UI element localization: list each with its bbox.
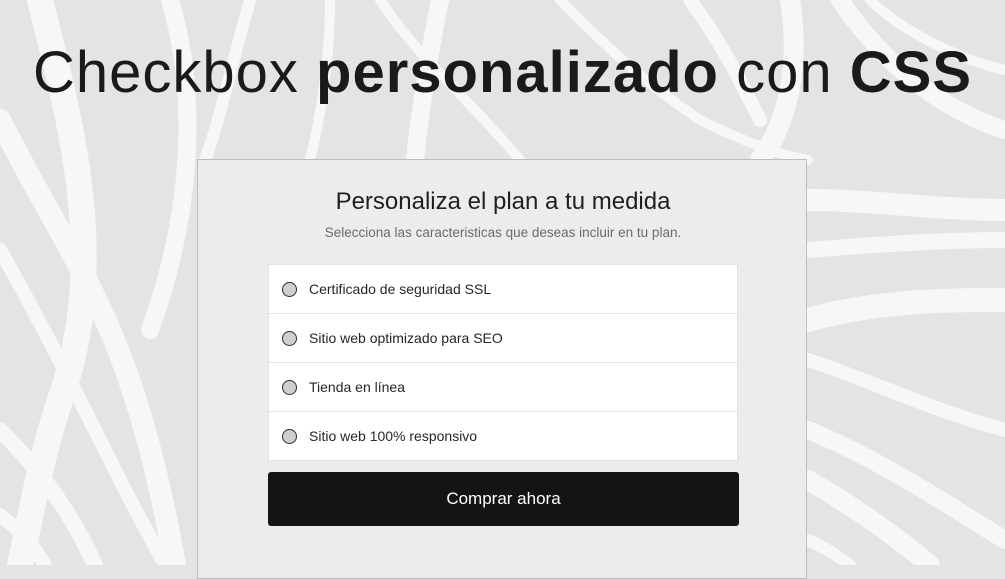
page-headline: Checkbox personalizado con CSS bbox=[0, 38, 1005, 108]
radio-circle-icon[interactable] bbox=[282, 428, 297, 444]
feature-option-label: Sitio web 100% responsivo bbox=[309, 428, 478, 444]
headline-part-personalizado: personalizado bbox=[316, 40, 719, 105]
headline-part-checkbox: Checkbox bbox=[32, 40, 317, 105]
radio-circle-icon[interactable] bbox=[282, 330, 297, 346]
plan-card-title: Personaliza el plan a tu medida bbox=[335, 188, 671, 215]
headline-part-con: con bbox=[719, 40, 850, 105]
feature-option-responsive[interactable]: Sitio web 100% responsivo bbox=[269, 412, 737, 460]
feature-option-online-store[interactable]: Tienda en línea bbox=[269, 363, 737, 412]
buy-now-button[interactable]: Comprar ahora bbox=[268, 472, 739, 526]
feature-option-label: Certificado de seguridad SSL bbox=[309, 281, 492, 297]
radio-circle-icon[interactable] bbox=[282, 281, 297, 297]
plan-card: Personaliza el plan a tu medida Seleccio… bbox=[197, 159, 807, 579]
feature-options-list: Certificado de seguridad SSL Sitio web o… bbox=[268, 264, 738, 461]
feature-option-label: Sitio web optimizado para SEO bbox=[309, 330, 503, 346]
feature-option-ssl[interactable]: Certificado de seguridad SSL bbox=[269, 265, 737, 314]
radio-circle-icon[interactable] bbox=[282, 379, 297, 395]
feature-option-seo[interactable]: Sitio web optimizado para SEO bbox=[269, 314, 737, 363]
plan-card-subtitle: Selecciona las caracteristicas que desea… bbox=[324, 225, 682, 240]
feature-option-label: Tienda en línea bbox=[309, 379, 405, 395]
headline-part-css: CSS bbox=[849, 40, 973, 105]
